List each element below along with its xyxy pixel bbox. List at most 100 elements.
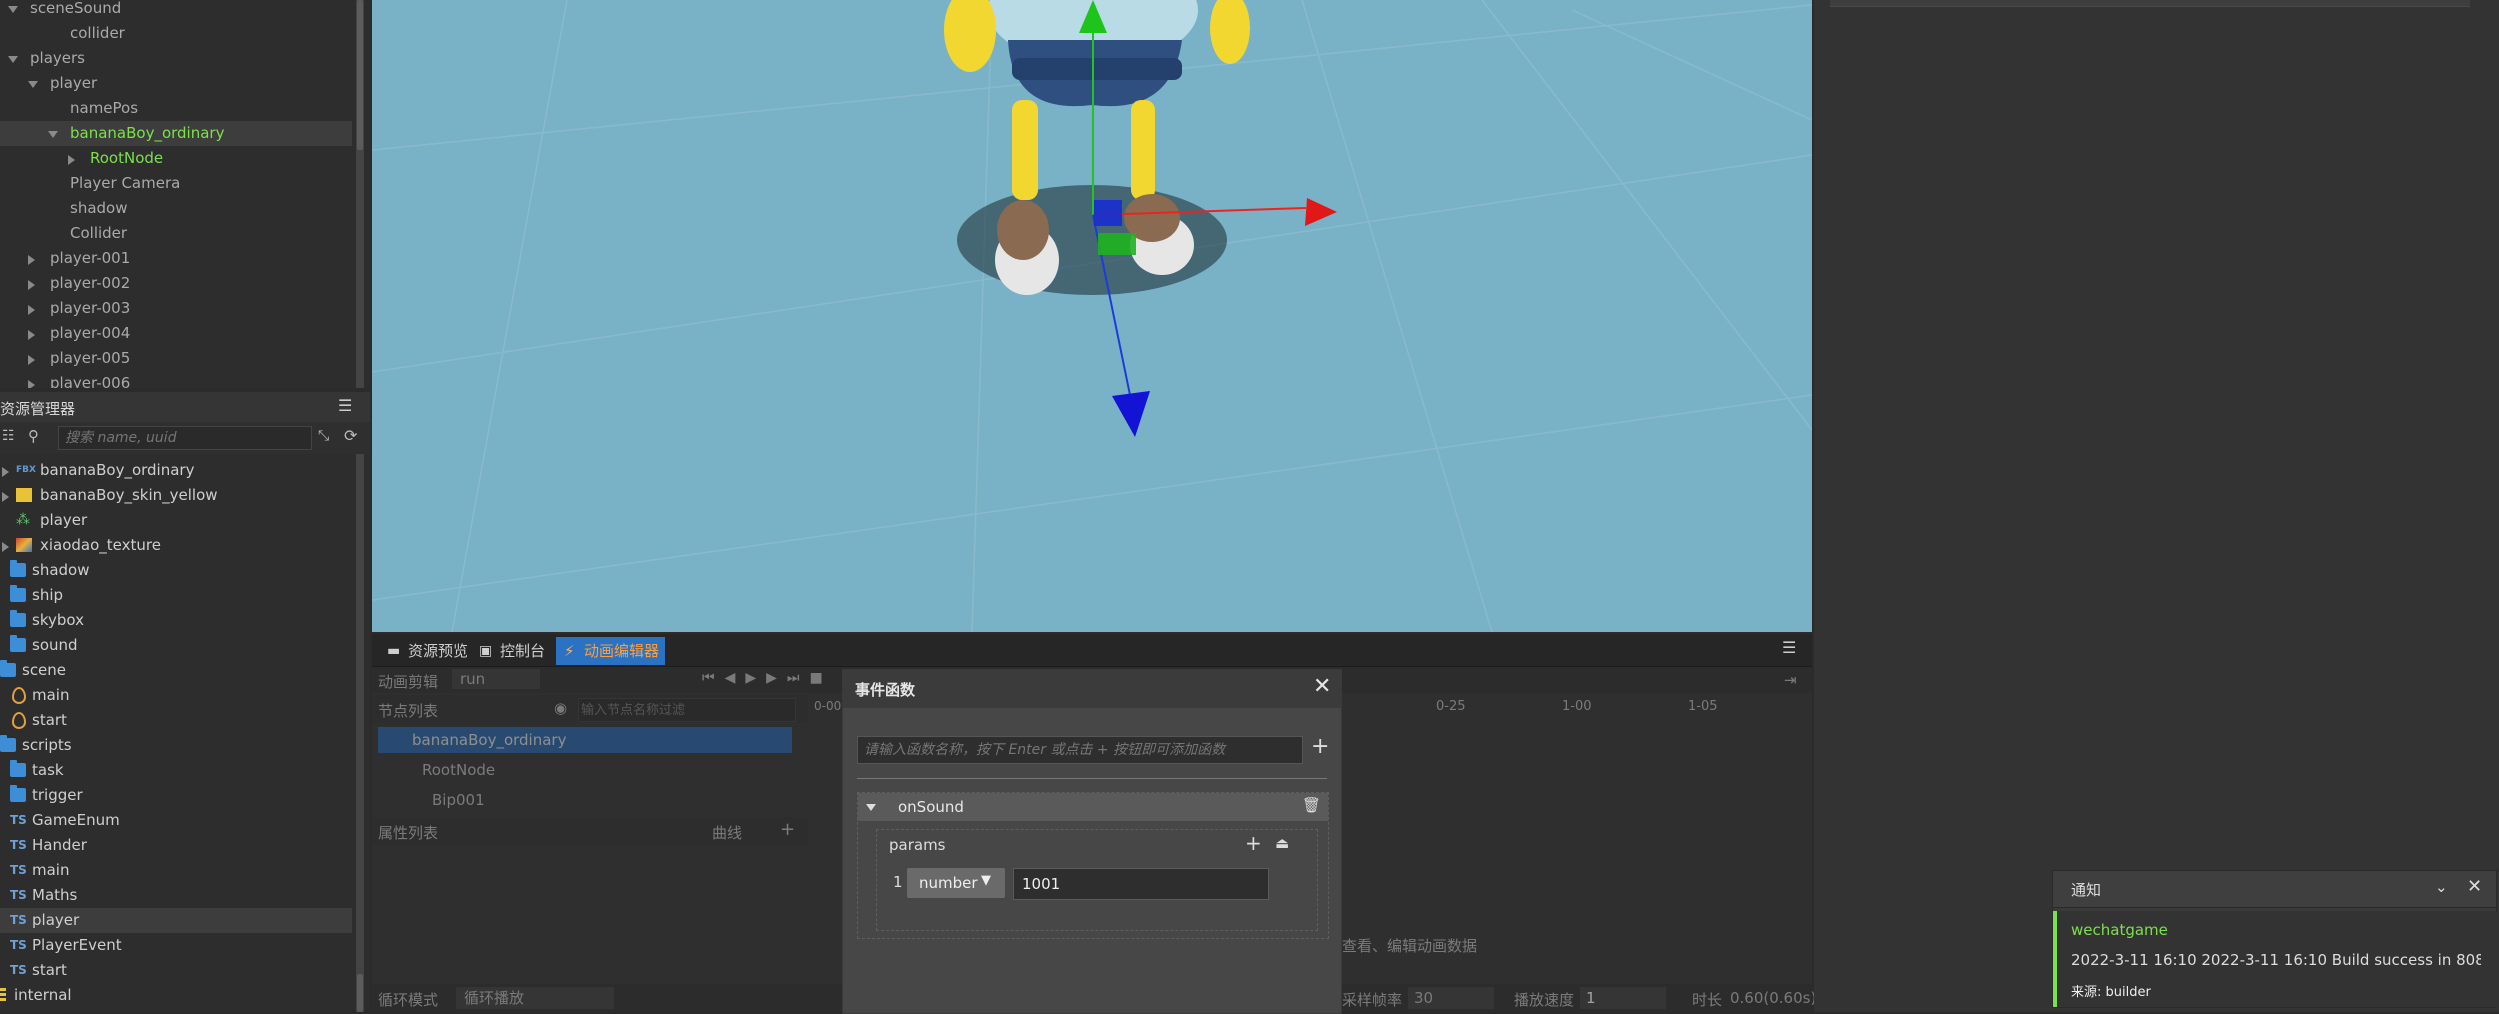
caret-right-icon[interactable] [2, 542, 9, 552]
asset-item[interactable]: TS Hander [0, 833, 352, 858]
asset-item[interactable]: FBX bananaBoy_ordinary [0, 458, 352, 483]
caret-right-icon[interactable] [28, 355, 35, 365]
menu-icon[interactable]: ☰ [338, 396, 352, 415]
add-function-button[interactable]: + [1311, 734, 1329, 759]
scene-canvas[interactable] [372, 0, 1812, 632]
typescript-icon: TS [10, 938, 27, 952]
refresh-icon[interactable]: ⟳ [344, 426, 357, 445]
hierarchy-item[interactable]: player-003 [0, 296, 352, 321]
menu-icon[interactable]: ☰ [1782, 638, 1796, 657]
asset-item[interactable]: start [0, 708, 352, 733]
close-icon[interactable]: ✕ [2467, 876, 2482, 897]
assets-scroll-thumb[interactable] [357, 974, 363, 1012]
asset-item[interactable]: main [0, 683, 352, 708]
caret-down-icon[interactable] [8, 56, 18, 63]
caret-right-icon[interactable] [2, 467, 9, 477]
function-name-input[interactable] [857, 736, 1303, 764]
assets-scrollbar[interactable] [356, 454, 364, 1012]
caret-right-icon[interactable] [68, 155, 75, 165]
asset-item[interactable]: trigger [0, 783, 352, 808]
hierarchy-scrollbar[interactable] [356, 0, 364, 388]
asset-item-label: trigger [32, 786, 83, 804]
assets-search-input[interactable] [58, 426, 312, 450]
node-filter-input[interactable] [578, 698, 796, 722]
close-icon[interactable]: ✕ [1313, 674, 1331, 699]
collapse-icon[interactable]: ⤡ [318, 428, 329, 444]
hierarchy-item[interactable]: players [0, 46, 352, 71]
prefab-icon: ⁂ [16, 512, 30, 528]
hierarchy-scroll-thumb[interactable] [357, 0, 363, 150]
asset-item[interactable]: sound [0, 633, 352, 658]
notification-message: 2022-3-11 16:10 2022-3-11 16:10 Build su… [2071, 951, 2481, 969]
asset-item[interactable]: ship [0, 583, 352, 608]
asset-item[interactable]: task [0, 758, 352, 783]
caret-down-icon[interactable] [48, 131, 58, 138]
asset-item[interactable]: TS main [0, 858, 352, 883]
folder-icon [10, 610, 26, 627]
clip-select[interactable]: run [452, 669, 540, 689]
scene-view[interactable] [372, 0, 1812, 632]
asset-item[interactable]: shadow [0, 558, 352, 583]
asset-item[interactable]: scene [0, 658, 352, 683]
hierarchy-item[interactable]: player-002 [0, 271, 352, 296]
function-header[interactable]: onSound 🗑 [858, 793, 1328, 821]
curve-label[interactable]: 曲线 [712, 822, 742, 843]
caret-down-icon[interactable] [8, 6, 18, 13]
playback-controls[interactable]: ⏮◀▶▶⏭■ [702, 670, 833, 686]
hierarchy-item[interactable]: namePos [0, 96, 352, 121]
caret-right-icon[interactable] [28, 280, 35, 290]
asset-item[interactable]: TS GameEnum [0, 808, 352, 833]
hierarchy-item[interactable]: player-005 [0, 346, 352, 371]
notification-header: 通知 ⌄ ✕ [2053, 871, 2496, 908]
add-param-button[interactable]: + [1245, 831, 1262, 855]
hierarchy-item[interactable]: player [0, 71, 352, 96]
caret-right-icon[interactable] [28, 305, 35, 315]
tab-console[interactable]: ▣ 控制台 [472, 637, 551, 665]
exit-icon[interactable]: ⇥ [1784, 671, 1797, 689]
eye-icon[interactable]: ◉ [554, 699, 567, 717]
caret-down-icon[interactable] [28, 81, 38, 88]
add-icon[interactable]: + [780, 819, 795, 840]
param-value-input[interactable]: 1001 [1013, 868, 1269, 900]
caret-right-icon[interactable] [28, 255, 35, 265]
speed-input[interactable]: 1 [1580, 987, 1666, 1009]
loop-select[interactable]: 循环播放 [456, 987, 614, 1009]
caret-right-icon[interactable] [28, 380, 35, 388]
hierarchy-item[interactable]: sceneSound [0, 0, 352, 21]
hierarchy-item[interactable]: Collider [0, 221, 352, 246]
collapse-arrow-icon[interactable] [866, 804, 876, 811]
search-type-icon[interactable]: ⚲ [28, 427, 39, 445]
node-label[interactable]: RootNode [422, 761, 495, 779]
hierarchy-item[interactable]: Player Camera [0, 171, 352, 196]
asset-item[interactable]: bananaBoy_skin_yellow [0, 483, 352, 508]
tab-animation-editor[interactable]: ⚡ 动画编辑器 [556, 637, 666, 665]
hierarchy-item[interactable]: bananaBoy_ordinary [0, 121, 352, 146]
asset-item[interactable]: internal [0, 983, 352, 1008]
hierarchy-item[interactable]: player-006 [0, 371, 352, 388]
asset-item[interactable]: skybox [0, 608, 352, 633]
param-type-select[interactable]: number ▼ [907, 868, 1005, 898]
asset-item[interactable]: TS player [0, 908, 352, 933]
hierarchy-item[interactable]: player-004 [0, 321, 352, 346]
notification-item[interactable]: wechatgame 2022-3-11 16:10 2022-3-11 16:… [2053, 911, 2499, 1007]
node-label[interactable]: Bip001 [432, 791, 485, 809]
asset-item[interactable]: scripts [0, 733, 352, 758]
clear-params-icon[interactable]: ⏏ [1275, 834, 1289, 852]
hierarchy-item[interactable]: RootNode [0, 146, 352, 171]
caret-right-icon[interactable] [2, 492, 9, 502]
asset-item[interactable]: ⁂ player [0, 508, 352, 533]
asset-item[interactable]: xiaodao_texture [0, 533, 352, 558]
hierarchy-item[interactable]: shadow [0, 196, 352, 221]
chevron-down-icon[interactable]: ⌄ [2435, 878, 2448, 896]
tab-asset-preview[interactable]: ▬ 资源预览 [380, 637, 474, 665]
asset-item[interactable]: TS PlayerEvent [0, 933, 352, 958]
node-row-selected[interactable]: bananaBoy_ordinary [378, 727, 792, 753]
sort-icon[interactable]: ☷ [2, 428, 15, 444]
asset-item[interactable]: TS start [0, 958, 352, 983]
asset-item[interactable]: TS Maths [0, 883, 352, 908]
hierarchy-item[interactable]: collider [0, 21, 352, 46]
caret-right-icon[interactable] [28, 330, 35, 340]
hierarchy-item[interactable]: player-001 [0, 246, 352, 271]
sample-input[interactable]: 30 [1408, 987, 1494, 1009]
trash-icon[interactable]: 🗑 [1302, 796, 1321, 814]
